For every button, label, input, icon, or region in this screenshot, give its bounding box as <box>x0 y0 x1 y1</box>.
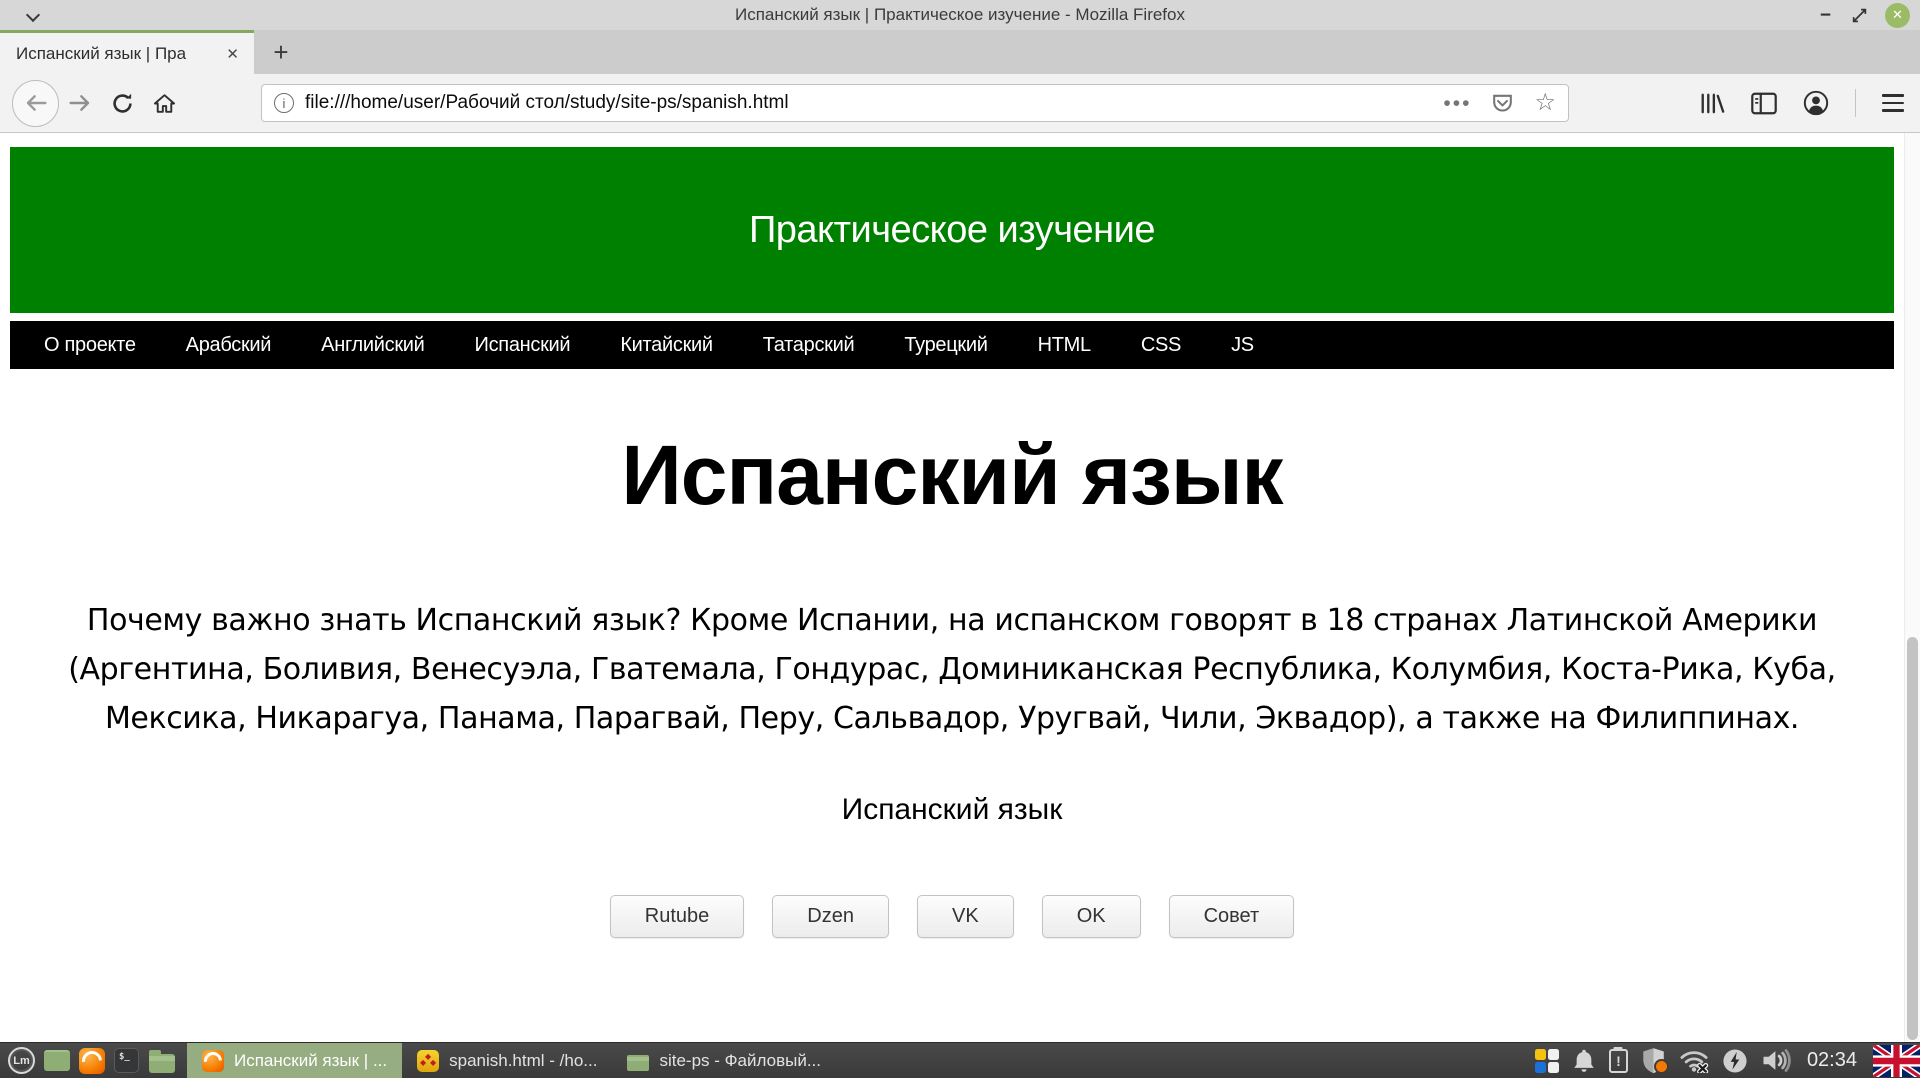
page-actions-icon[interactable]: ••• <box>1443 93 1471 114</box>
files-icon <box>149 1054 175 1073</box>
site-nav-link[interactable]: Английский <box>321 334 424 357</box>
social-button[interactable]: Dzen <box>772 895 889 938</box>
bookmark-star-icon[interactable]: ☆ <box>1534 91 1556 115</box>
page-subheading: Испанский язык <box>10 793 1894 827</box>
scrollbar-thumb[interactable] <box>1907 637 1918 1040</box>
system-tray: 02:34 <box>1535 1045 1920 1077</box>
site-nav-link[interactable]: Татарский <box>763 334 855 357</box>
url-actions: ••• ☆ <box>1443 91 1556 115</box>
social-button[interactable]: OK <box>1042 895 1141 938</box>
show-desktop-button[interactable] <box>39 1043 74 1078</box>
window-titlebar: Испанский язык | Практическое изучение -… <box>0 0 1920 30</box>
page-paragraph: Почему важно знать Испанский язык? Кроме… <box>44 596 1860 743</box>
tab-title: Испанский язык | Пра <box>16 43 219 65</box>
banner-title: Практическое изучение <box>749 209 1155 252</box>
site-nav-link[interactable]: HTML <box>1038 334 1091 357</box>
page-heading: Испанский язык <box>10 427 1894 524</box>
mint-menu-icon: Lm <box>8 1047 35 1074</box>
url-bar[interactable]: i file:///home/user/Рабочий стол/study/s… <box>261 84 1569 122</box>
site-nav-link[interactable]: О проекте <box>44 334 136 357</box>
home-icon <box>153 93 176 114</box>
files-launcher[interactable] <box>144 1043 179 1078</box>
new-tab-button[interactable]: + <box>260 30 302 74</box>
toolbar-right-icons <box>1699 89 1908 117</box>
forward-icon <box>68 93 92 113</box>
clock[interactable]: 02:34 <box>1807 1049 1857 1072</box>
back-button[interactable] <box>12 80 59 127</box>
account-icon[interactable] <box>1803 90 1829 116</box>
window-title: Испанский язык | Практическое изучение -… <box>735 5 1185 25</box>
report-clipboard-icon[interactable] <box>1609 1049 1628 1073</box>
library-icon[interactable] <box>1699 91 1725 116</box>
firefox-window: Испанский язык | Практическое изучение -… <box>0 0 1920 1078</box>
scrollbar-track[interactable] <box>1904 133 1920 1042</box>
taskbar-window-button[interactable]: site-ps - Файловый... <box>612 1043 836 1078</box>
web-page: Практическое изучение О проекте Арабский… <box>10 147 1894 938</box>
terminal-icon: $_ <box>114 1048 139 1073</box>
toolbar-separator <box>1855 89 1856 117</box>
taskbar-window-label: spanish.html - /ho... <box>449 1051 597 1071</box>
sidebar-icon[interactable] <box>1751 92 1777 115</box>
social-buttons-row: Rutube Dzen VK OK Совет <box>10 895 1894 938</box>
maximize-icon <box>1851 7 1868 24</box>
forward-button[interactable] <box>59 82 101 124</box>
social-button[interactable]: Совет <box>1169 895 1295 938</box>
power-icon[interactable] <box>1722 1048 1748 1074</box>
firefox-icon <box>79 1048 105 1074</box>
taskbar: Lm $_ Испанский язык | ... spanish <box>0 1042 1920 1078</box>
home-button[interactable] <box>143 82 185 124</box>
page-banner: Практическое изучение <box>10 147 1894 313</box>
tab-close-icon[interactable]: ✕ <box>219 43 246 65</box>
site-nav-link[interactable]: Арабский <box>186 334 272 357</box>
taskbar-window-icon <box>417 1050 439 1072</box>
workspace-quadrant-icon[interactable] <box>1535 1049 1559 1073</box>
back-icon <box>24 93 48 113</box>
social-button[interactable]: Rutube <box>610 895 745 938</box>
browser-viewport: Практическое изучение О проекте Арабский… <box>0 133 1920 1042</box>
social-button[interactable]: VK <box>917 895 1014 938</box>
update-shield-icon[interactable] <box>1641 1047 1666 1074</box>
site-nav-link[interactable]: Турецкий <box>904 334 987 357</box>
reload-icon <box>111 92 134 115</box>
notifications-bell-icon[interactable] <box>1572 1048 1596 1073</box>
taskbar-window-button[interactable]: Испанский язык | ... <box>187 1043 402 1078</box>
terminal-launcher[interactable]: $_ <box>109 1043 144 1078</box>
mint-menu-button[interactable]: Lm <box>4 1043 39 1078</box>
taskbar-window-label: Испанский язык | ... <box>234 1051 387 1071</box>
close-button[interactable]: ✕ <box>1885 3 1910 28</box>
site-nav-link[interactable]: Китайский <box>620 334 712 357</box>
taskbar-window-icon <box>202 1050 224 1072</box>
site-nav-link[interactable]: Испанский <box>475 334 571 357</box>
menu-chevron-icon[interactable] <box>26 8 40 22</box>
taskbar-window-button[interactable]: spanish.html - /ho... <box>402 1043 612 1078</box>
site-nav: О проекте Арабский Английский Испанский … <box>10 321 1894 369</box>
url-text[interactable]: file:///home/user/Рабочий стол/study/sit… <box>305 92 1443 114</box>
minimize-button[interactable]: − <box>1817 6 1834 25</box>
taskbar-window-label: site-ps - Файловый... <box>659 1051 821 1071</box>
taskbar-window-list: Испанский язык | ... spanish.html - /ho.… <box>187 1043 836 1078</box>
tab-active[interactable]: Испанский язык | Пра ✕ <box>0 30 254 74</box>
maximize-button[interactable] <box>1851 7 1868 24</box>
uk-flag-icon[interactable] <box>1873 1045 1920 1077</box>
firefox-launcher[interactable] <box>74 1043 109 1078</box>
info-icon[interactable]: i <box>274 93 294 113</box>
pocket-icon[interactable] <box>1491 92 1514 115</box>
navigation-toolbar: i file:///home/user/Рабочий стол/study/s… <box>0 74 1920 133</box>
menu-icon[interactable] <box>1882 94 1904 112</box>
site-nav-link[interactable]: CSS <box>1141 334 1181 357</box>
show-desktop-icon <box>44 1050 70 1071</box>
site-nav-link[interactable]: JS <box>1231 334 1254 357</box>
window-controls: − ✕ <box>1817 0 1910 30</box>
reload-button[interactable] <box>101 82 143 124</box>
volume-icon[interactable] <box>1761 1048 1791 1073</box>
taskbar-window-icon <box>627 1055 649 1071</box>
tab-bar: Испанский язык | Пра ✕ + <box>0 30 1920 74</box>
wifi-disconnected-icon[interactable] <box>1679 1049 1709 1073</box>
